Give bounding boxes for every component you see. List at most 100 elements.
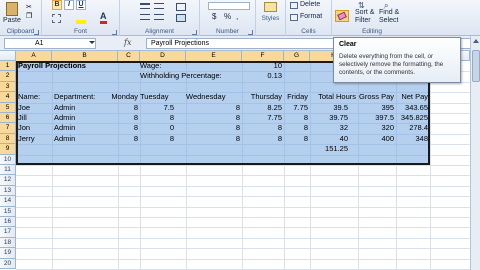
font-launcher-icon[interactable] (112, 30, 117, 35)
select-all-corner[interactable] (0, 51, 16, 61)
row-header-16[interactable]: 16 (0, 217, 16, 228)
table-cell[interactable]: 8 (186, 103, 240, 113)
align-left-icon[interactable] (140, 14, 150, 20)
table-cell[interactable]: 8 (118, 134, 138, 144)
row-header-19[interactable]: 19 (0, 248, 16, 259)
table-cell[interactable]: 8 (186, 134, 240, 144)
cell-D1-wage-label[interactable]: Wage: (140, 61, 161, 71)
header-cell[interactable]: Tuesday (140, 92, 180, 102)
format-button[interactable]: Format (300, 13, 322, 20)
row-header-14[interactable]: 14 (0, 196, 16, 207)
underline-button[interactable]: U (76, 0, 86, 10)
table-cell[interactable]: 395 (358, 103, 394, 113)
total-hours-sum[interactable]: 151.25 (310, 144, 348, 154)
table-cell[interactable]: 39.75 (310, 113, 348, 123)
row-header-11[interactable]: 11 (0, 165, 16, 176)
table-cell[interactable]: 40 (310, 134, 348, 144)
table-cell[interactable]: 8 (118, 123, 138, 133)
table-cell[interactable]: 8.25 (242, 103, 282, 113)
table-cell[interactable]: 8 (140, 134, 174, 144)
vertical-scrollbar[interactable] (470, 36, 480, 270)
table-cell[interactable]: 397.5 (358, 113, 394, 123)
cells-area[interactable]: Payroll Projections Wage: 10 Withholding… (16, 61, 471, 270)
font-color-button[interactable]: A (100, 12, 107, 24)
table-cell[interactable]: 8 (186, 113, 240, 123)
align-center-icon[interactable] (154, 14, 164, 20)
table-cell[interactable]: Admin (54, 123, 114, 133)
table-cell[interactable]: 8 (118, 103, 138, 113)
number-format-dropdown[interactable] (208, 2, 250, 10)
row-header-20[interactable]: 20 (0, 258, 16, 269)
table-cell[interactable]: Jill (18, 113, 52, 123)
italic-button[interactable]: I (64, 0, 74, 10)
paste-button[interactable]: Paste (3, 17, 21, 24)
row-header-8[interactable]: 8 (0, 133, 16, 145)
scroll-thumb[interactable] (472, 50, 480, 82)
table-cell[interactable]: Joe (18, 103, 52, 113)
sort-filter-label[interactable]: Sort & (355, 9, 374, 16)
styles-icon[interactable] (264, 2, 277, 12)
cell-D2-withholding-label[interactable]: Withholding Percentage: (140, 71, 222, 81)
table-cell[interactable]: 8 (242, 123, 282, 133)
table-cell[interactable]: 8 (242, 134, 282, 144)
row-header-4[interactable]: 4 (0, 92, 16, 103)
percent-button[interactable]: % (224, 12, 231, 21)
scroll-up-icon[interactable] (473, 39, 479, 43)
row-header-1[interactable]: 1 (0, 61, 16, 72)
row-header-17[interactable]: 17 (0, 227, 16, 238)
column-header-A[interactable]: A (16, 51, 52, 61)
name-box-dropdown-icon[interactable] (89, 41, 95, 44)
table-cell[interactable]: 7.75 (242, 113, 282, 123)
column-header-E[interactable]: E (186, 51, 242, 61)
column-header-G[interactable]: G (284, 51, 310, 61)
table-cell[interactable]: 8 (284, 123, 308, 133)
header-cell[interactable]: Name: (18, 92, 52, 102)
row-header-15[interactable]: 15 (0, 206, 16, 217)
column-header-C[interactable]: C (118, 51, 140, 61)
table-cell[interactable]: 278.4 (396, 123, 428, 133)
header-cell[interactable]: Net Pay (396, 92, 428, 102)
find-select-label[interactable]: Find & (379, 9, 399, 16)
fill-color-icon[interactable] (76, 20, 86, 24)
table-cell[interactable]: 345.825 (396, 113, 428, 123)
table-cell[interactable]: 8 (284, 134, 308, 144)
table-cell[interactable]: 348 (396, 134, 428, 144)
header-cell[interactable]: Thursday (242, 92, 282, 102)
header-cell[interactable]: Gross Pay (358, 92, 394, 102)
table-cell[interactable]: 8 (140, 113, 174, 123)
table-cell[interactable]: 32 (310, 123, 348, 133)
borders-icon[interactable] (52, 14, 61, 23)
cell-F2-withholding-value[interactable]: 0.13 (242, 71, 282, 81)
header-cell[interactable]: Wednesday (186, 92, 236, 102)
column-header-F[interactable]: F (242, 51, 284, 61)
column-header-B[interactable]: B (52, 51, 118, 61)
find-select-label-2[interactable]: Select (379, 17, 398, 24)
sort-filter-label-2[interactable]: Filter (355, 17, 371, 24)
clipboard-launcher-icon[interactable] (34, 30, 39, 35)
table-cell[interactable]: 0 (140, 123, 174, 133)
name-box[interactable]: A1 (4, 38, 96, 49)
row-header-13[interactable]: 13 (0, 185, 16, 197)
delete-button[interactable]: Delete (300, 1, 320, 8)
table-cell[interactable]: 7.5 (140, 103, 174, 113)
insert-function-button[interactable]: fx (124, 38, 131, 47)
header-cell[interactable]: Total Hours (310, 92, 356, 102)
merge-center-icon[interactable] (176, 14, 186, 22)
bold-button[interactable]: B (52, 0, 62, 10)
row-header-9[interactable]: 9 (0, 144, 16, 155)
table-cell[interactable]: 39.5 (310, 103, 348, 113)
table-cell[interactable]: 8 (284, 113, 308, 123)
table-cell[interactable]: Jon (18, 123, 52, 133)
header-cell[interactable]: Monday (104, 92, 138, 102)
table-cell[interactable]: Jerry (18, 134, 52, 144)
copy-icon[interactable]: ❐ (26, 12, 32, 20)
cut-icon[interactable]: ✂ (26, 3, 32, 11)
wrap-text-icon[interactable] (176, 3, 186, 11)
table-cell[interactable]: 320 (358, 123, 394, 133)
paste-icon[interactable] (6, 2, 18, 16)
row-header-5[interactable]: 5 (0, 102, 16, 113)
cell-F1-wage-value[interactable]: 10 (242, 61, 282, 71)
table-cell[interactable]: Admin (54, 103, 114, 113)
row-header-3[interactable]: 3 (0, 81, 16, 93)
row-header-6[interactable]: 6 (0, 113, 16, 124)
